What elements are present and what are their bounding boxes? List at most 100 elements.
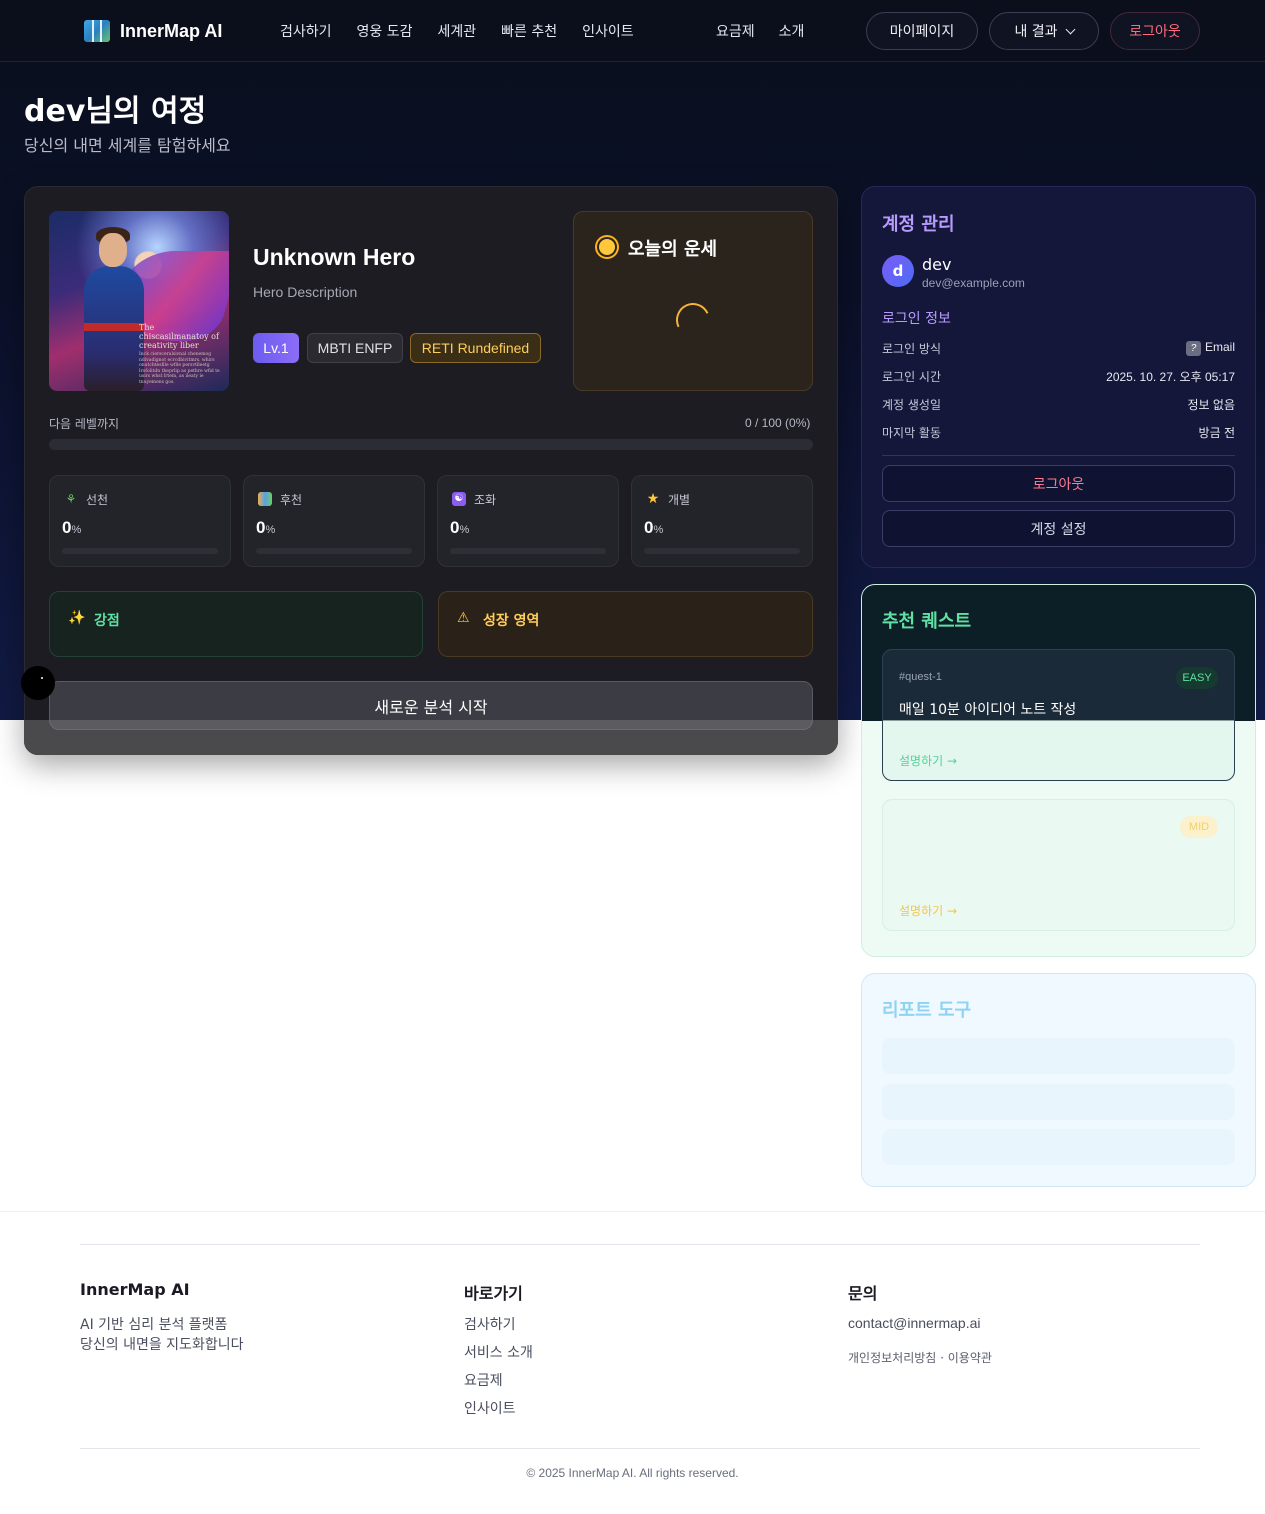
footer-link-test[interactable]: 검사하기 — [464, 1314, 516, 1334]
stat-label: 선천 — [86, 493, 109, 507]
cta-button-bottom — [49, 720, 813, 730]
yin-yang-icon: ☯ — [452, 492, 466, 506]
nav-link-worldview[interactable]: 세계관 — [438, 21, 477, 41]
footer-brand: InnerMap AI — [80, 1280, 190, 1299]
nav-logout-button[interactable]: 로그아웃 — [1110, 12, 1200, 50]
stat-value: 0% — [450, 518, 470, 537]
stat-card-innate: ⚘ 선천 0% — [49, 475, 231, 567]
my-results-dropdown[interactable]: 내 결과 — [989, 12, 1099, 50]
map-icon — [84, 20, 110, 42]
brand-name: InnerMap AI — [120, 20, 223, 41]
top-navbar: InnerMap AI 검사하기 영웅 도감 세계관 빠른 추천 인사이트 요금… — [0, 0, 1265, 62]
next-level-value: 0 / 100 (0%) — [745, 416, 811, 430]
sun-icon — [599, 239, 615, 255]
quest-name: 매일 10분 아이디어 노트 작성 — [899, 702, 1077, 718]
growth-area-box: ⚠ 성장 영역 — [438, 591, 813, 657]
level-tag: Lv.1 — [253, 333, 299, 363]
nav-link-quick-recommend[interactable]: 빠른 추천 — [501, 21, 557, 41]
report-tool-item[interactable] — [882, 1038, 1235, 1074]
stat-card-harmony: ☯ 조화 0% — [437, 475, 619, 567]
info-row-login-time: 로그인 시간 2025. 10. 27. 오후 05:17 — [882, 370, 1235, 384]
stat-progress-bar — [450, 548, 606, 554]
stat-progress-bar — [62, 548, 218, 554]
next-level-label: 다음 레벨까지 — [49, 417, 120, 431]
stat-card-acquired: 후천 0% — [243, 475, 425, 567]
hero-portrait-image: The chiscasilmanatoy of creativity liber… — [49, 211, 229, 391]
stat-progress-bar — [256, 548, 412, 554]
report-tools-title: 리포트 도구 — [882, 1000, 972, 1021]
info-row-last-activity: 마지막 활동 방금 전 — [882, 426, 1235, 440]
stat-progress-bar — [644, 548, 800, 554]
quest-explain-link[interactable]: 설명하기 → — [899, 752, 957, 769]
quests-title: 추천 퀘스트 — [882, 611, 972, 632]
question-icon: ? — [1185, 341, 1201, 356]
account-settings-button[interactable]: 계정 설정 — [882, 510, 1235, 547]
chevron-down-icon — [1065, 24, 1075, 34]
footer-shortcuts-title: 바로가기 — [464, 1284, 523, 1303]
sparkles-icon: ✨ — [68, 610, 86, 626]
divider — [882, 455, 1235, 456]
page-subtitle: 당신의 내면 세계를 탐험하세요 — [24, 136, 231, 155]
footer-contact-email[interactable]: contact@innermap.ai — [848, 1315, 981, 1331]
stat-value: 0% — [256, 518, 276, 537]
nav-link-insight[interactable]: 인사이트 — [582, 21, 634, 41]
quest-explain-link[interactable]: 설명하기 → — [899, 902, 957, 919]
footer-legal-links[interactable]: 개인정보처리방침 · 이용약관 — [848, 1349, 992, 1366]
mbti-tag: MBTI ENFP — [307, 333, 403, 363]
footer-tagline: 당신의 내면을 지도화합니다 — [80, 1337, 244, 1353]
account-email: dev@example.com — [922, 276, 1025, 290]
mypage-label: 마이페이지 — [889, 24, 955, 40]
copyright: © 2025 InnerMap AI. All rights reserved. — [526, 1466, 739, 1480]
difficulty-badge: MID — [1180, 816, 1218, 838]
account-panel-title: 계정 관리 — [882, 214, 955, 235]
star-icon: ★ — [646, 491, 660, 507]
footer-border — [0, 1211, 1265, 1212]
cta-label: 새로운 분석 시작 — [374, 697, 488, 717]
hero-description: Hero Description — [253, 284, 358, 300]
stat-label: 개별 — [668, 493, 691, 507]
stat-card-individual: ★ 개별 0% — [631, 475, 813, 567]
account-name: dev — [922, 255, 952, 274]
stat-value: 0% — [644, 518, 664, 537]
footer-link-pricing[interactable]: 요금제 — [464, 1370, 503, 1390]
nav-link-hero-encyclopedia[interactable]: 영웅 도감 — [357, 21, 413, 41]
footer-tagline: AI 기반 심리 분석 플랫폼 — [80, 1317, 228, 1333]
avatar: d — [882, 255, 914, 287]
login-info-title: 로그인 정보 — [882, 311, 951, 327]
report-tool-item[interactable] — [882, 1129, 1235, 1165]
stat-label: 조화 — [474, 493, 497, 507]
footer-link-about[interactable]: 서비스 소개 — [464, 1342, 533, 1362]
brand-logo[interactable]: InnerMap AI — [84, 20, 222, 42]
info-row-created: 계정 생성일 정보 없음 — [882, 398, 1235, 412]
nav-link-pricing[interactable]: 요금제 — [716, 21, 755, 41]
books-icon — [258, 492, 272, 506]
mouse-cursor — [21, 666, 55, 700]
portrait-caption: The chiscasilmanatoy of creativity liber… — [139, 323, 220, 385]
stat-label: 후천 — [280, 493, 303, 507]
strength-title: 강점 — [94, 613, 120, 629]
growth-title: 성장 영역 — [483, 613, 540, 629]
mypage-button[interactable]: 마이페이지 — [866, 12, 978, 50]
footer-link-insight[interactable]: 인사이트 — [464, 1398, 516, 1418]
reti-tag: RETI Rundefined — [410, 333, 541, 363]
sprout-icon: ⚘ — [65, 492, 77, 506]
footer-contact-title: 문의 — [848, 1284, 878, 1303]
warning-icon: ⚠ — [457, 610, 470, 626]
hero-name: Unknown Hero — [253, 244, 416, 270]
report-tool-item[interactable] — [882, 1084, 1235, 1120]
info-row-login-method: 로그인 방식? Email — [882, 340, 1235, 356]
my-results-label: 내 결과 — [1014, 24, 1058, 40]
footer-divider — [80, 1448, 1200, 1449]
level-progress-bar — [49, 439, 813, 450]
footer-divider — [80, 1244, 1200, 1245]
difficulty-badge: EASY — [1176, 667, 1218, 689]
nav-link-test[interactable]: 검사하기 — [280, 21, 332, 41]
fortune-title: 오늘의 운세 — [628, 239, 718, 260]
stat-value: 0% — [62, 518, 82, 537]
nav-logout-label: 로그아웃 — [1129, 24, 1181, 40]
quest-id: #quest-1 — [899, 671, 942, 683]
account-logout-button[interactable]: 로그아웃 — [882, 465, 1235, 502]
page-title: dev님의 여정 — [24, 94, 207, 129]
strength-box: ✨ 강점 — [49, 591, 423, 657]
nav-link-about[interactable]: 소개 — [779, 21, 805, 41]
